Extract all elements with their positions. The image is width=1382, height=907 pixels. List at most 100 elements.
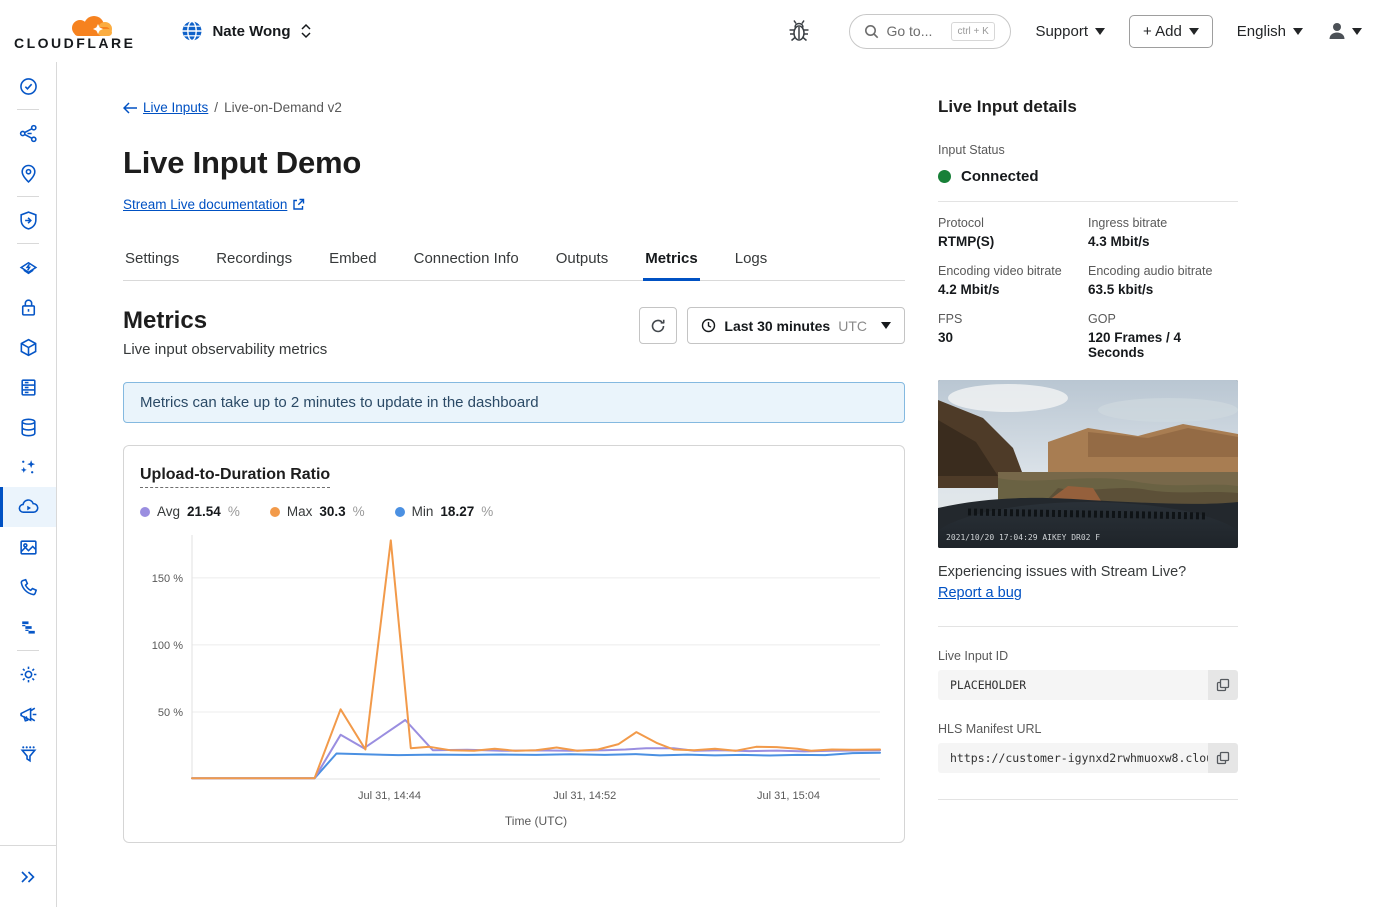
breadcrumb: Live Inputs / Live-on-Demand v2	[123, 100, 905, 115]
field-value: RTMP(S)	[938, 234, 1088, 249]
legend-avg: Avg 21.54 %	[140, 504, 240, 519]
time-zone-label: UTC	[838, 318, 867, 334]
sidebar-item-time-clock[interactable]	[0, 66, 56, 106]
field-label: Encoding audio bitrate	[1088, 264, 1238, 278]
legend-min: Min 18.27 %	[395, 504, 494, 519]
global-search[interactable]: ctrl + K	[849, 14, 1011, 49]
legend-unit: %	[481, 504, 493, 519]
page-title: Live Input Demo	[123, 145, 905, 181]
add-label: + Add	[1143, 23, 1182, 40]
divider	[938, 626, 1238, 627]
sidebar-item-speed[interactable]	[0, 247, 56, 287]
tab-settings[interactable]: Settings	[123, 242, 181, 280]
legend-value: 30.3	[319, 504, 345, 519]
sidebar-item-ai[interactable]	[0, 447, 56, 487]
hls-manifest-value: https://customer-igynxd2rwhmuoxw8.cloudf	[950, 751, 1208, 765]
metrics-heading: Metrics	[123, 307, 327, 335]
sidebar-item-filter[interactable]	[0, 734, 56, 774]
sidebar-divider	[0, 240, 56, 247]
account-switcher[interactable]: Nate Wong	[181, 20, 311, 42]
breadcrumb-back-link[interactable]: Live Inputs	[123, 100, 208, 115]
language-menu[interactable]: English	[1237, 23, 1303, 40]
status-dot-icon	[938, 170, 951, 183]
external-link-icon	[292, 198, 305, 211]
account-name: Nate Wong	[212, 23, 290, 40]
sidebar-item-workers[interactable]	[0, 327, 56, 367]
sidebar-item-stream[interactable]	[0, 487, 56, 527]
clock-icon	[701, 318, 716, 333]
tab-logs[interactable]: Logs	[733, 242, 770, 280]
arrow-left-icon	[123, 102, 138, 114]
status-value: Connected	[961, 168, 1039, 185]
database-icon	[18, 417, 39, 438]
legend-value: 18.27	[440, 504, 474, 519]
tab-embed[interactable]: Embed	[327, 242, 379, 280]
cloudflare-logo[interactable]: CLOUDFLARE	[14, 11, 135, 51]
tab-outputs[interactable]: Outputs	[554, 242, 611, 280]
add-button[interactable]: + Add	[1129, 15, 1213, 48]
copy-icon	[1216, 751, 1230, 765]
legend-name: Min	[412, 504, 434, 519]
copy-live-input-id-button[interactable]	[1208, 670, 1238, 700]
legend-name: Max	[287, 504, 313, 519]
breadcrumb-current: Live-on-Demand v2	[224, 100, 342, 115]
funnel-icon	[18, 744, 39, 765]
svg-text:Jul 31, 14:44: Jul 31, 14:44	[358, 790, 421, 802]
field-label: GOP	[1088, 312, 1238, 326]
details-grid: ProtocolRTMP(S) Ingress bitrate4.3 Mbit/…	[938, 216, 1238, 360]
time-range-dropdown[interactable]: Last 30 minutes UTC	[687, 307, 905, 344]
sidebar-divider	[0, 106, 56, 113]
field-label: FPS	[938, 312, 1088, 326]
sidebar-item-announcements[interactable]	[0, 694, 56, 734]
report-bug-link[interactable]: Report a bug	[938, 585, 1022, 601]
field-value: 4.3 Mbit/s	[1088, 234, 1238, 249]
stream-docs-link[interactable]: Stream Live documentation	[123, 197, 305, 212]
sidebar-item-location-pin[interactable]	[0, 153, 56, 193]
bug-report-icon[interactable]	[787, 18, 811, 44]
sidebar-item-calls[interactable]	[0, 567, 56, 607]
divider	[938, 201, 1238, 202]
sidebar-item-ssl[interactable]	[0, 287, 56, 327]
sidebar-item-traffic[interactable]	[0, 113, 56, 153]
svg-text:Jul 31, 14:52: Jul 31, 14:52	[553, 790, 616, 802]
field-label: Encoding video bitrate	[938, 264, 1088, 278]
chevrons-right-icon	[18, 868, 38, 886]
tab-recordings[interactable]: Recordings	[214, 242, 294, 280]
live-input-id-value: PLACEHOLDER	[950, 678, 1026, 692]
cloudflare-cloud-icon	[54, 11, 116, 37]
sidebar-item-analytics[interactable]	[0, 607, 56, 647]
chevron-down-icon	[1095, 28, 1105, 35]
profile-menu[interactable]	[1327, 21, 1362, 41]
banner-text: Metrics can take up to 2 minutes to upda…	[140, 394, 539, 411]
sidebar-item-servers[interactable]	[0, 367, 56, 407]
chart-title: Upload-to-Duration Ratio	[140, 466, 330, 488]
sidebar-item-security[interactable]	[0, 200, 56, 240]
chevron-down-icon	[1352, 28, 1362, 35]
copy-icon	[1216, 678, 1230, 692]
sidebar-divider	[0, 647, 56, 654]
sidebar-item-settings[interactable]	[0, 654, 56, 694]
left-sidebar	[0, 62, 57, 907]
chevron-down-icon	[881, 322, 891, 329]
sidebar-item-database[interactable]	[0, 407, 56, 447]
hls-manifest-label: HLS Manifest URL	[938, 722, 1238, 736]
support-menu[interactable]: Support	[1035, 23, 1105, 40]
svg-text:150 %: 150 %	[152, 573, 183, 585]
legend-max: Max 30.3 %	[270, 504, 365, 519]
gear-icon	[18, 664, 39, 685]
max-dot-icon	[270, 507, 280, 517]
breadcrumb-separator: /	[214, 100, 218, 115]
copy-hls-manifest-button[interactable]	[1208, 743, 1238, 773]
search-icon	[864, 24, 879, 39]
tab-connection-info[interactable]: Connection Info	[412, 242, 521, 280]
sidebar-expand-button[interactable]	[0, 845, 56, 907]
sidebar-item-images[interactable]	[0, 527, 56, 567]
avg-dot-icon	[140, 507, 150, 517]
search-input[interactable]	[886, 23, 944, 39]
tab-metrics[interactable]: Metrics	[643, 242, 700, 280]
stream-cloud-play-icon	[17, 496, 40, 519]
main-content: Live Inputs / Live-on-Demand v2 Live Inp…	[57, 62, 905, 907]
sidebar-divider	[0, 193, 56, 200]
refresh-button[interactable]	[639, 307, 677, 344]
field-label: Protocol	[938, 216, 1088, 230]
